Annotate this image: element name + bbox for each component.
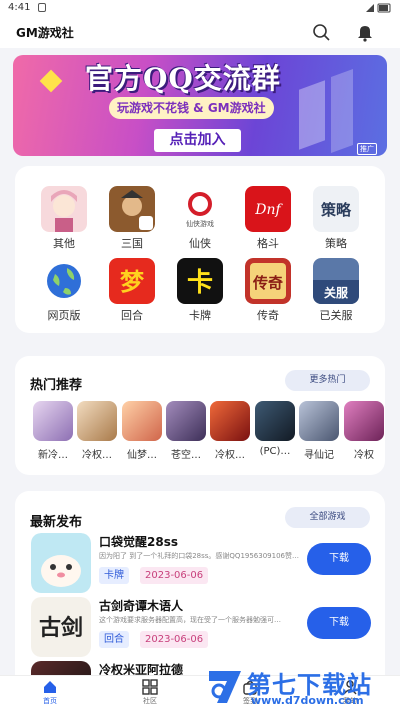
genre-tag: 卡牌 (99, 567, 129, 584)
svg-text:仙侠游戏: 仙侠游戏 (186, 219, 214, 228)
notification-icon (38, 3, 46, 12)
game-icon (344, 401, 384, 441)
game-icon (166, 401, 206, 441)
bell-icon[interactable] (354, 21, 376, 43)
category-celue[interactable]: 策略 策略 (306, 186, 366, 251)
svg-text:古剑: 古剑 (39, 615, 83, 641)
hot-game-item[interactable]: 寻仙记 (297, 401, 341, 461)
banner-carousel[interactable]: 官方QQ交流群 玩游戏不花钱 & GM游戏社 点击加入 推广 (13, 55, 387, 156)
svg-text:卡: 卡 (187, 268, 213, 298)
svg-text:传奇: 传奇 (252, 274, 283, 292)
category-kapai[interactable]: 卡 卡牌 (170, 258, 230, 323)
site-watermark: 第七下载站 www.d7down.com (203, 663, 397, 709)
game-icon (210, 401, 250, 441)
hot-game-item[interactable]: (PC)… (253, 401, 297, 457)
app-title: GM游戏社 (16, 26, 74, 40)
game-icon (31, 533, 91, 593)
svg-text:Dnf: Dnf (254, 202, 283, 218)
hot-game-item[interactable]: 仙梦… (120, 401, 164, 461)
category-gedou[interactable]: Dnf 格斗 (238, 186, 298, 251)
all-games-button[interactable]: 全部游戏 (285, 507, 370, 528)
signal-battery-icon (366, 3, 391, 13)
category-chuanqi[interactable]: 传奇 传奇 (238, 258, 298, 323)
ad-badge: 推广 (357, 143, 377, 155)
tab-community[interactable]: 社区 (130, 679, 170, 706)
site-logo-icon (209, 671, 241, 703)
globe-icon (41, 258, 87, 304)
game-row[interactable]: 口袋觉醒28ss 因为阳了 到了一个礼拜的口袋28ss。感谢QQ19563091… (31, 533, 371, 593)
card-logo-icon: 卡 (177, 258, 223, 304)
grid-icon (142, 679, 158, 695)
game-icon (122, 401, 162, 441)
building-decoration (299, 80, 325, 150)
download-button[interactable]: 下载 (307, 607, 371, 639)
closed-server-icon: 关服 (313, 258, 359, 304)
hot-game-item[interactable]: 新冷… (31, 401, 75, 461)
watermark-url: www.d7down.com (251, 694, 364, 707)
category-sanguo[interactable]: 三国 (102, 186, 162, 251)
latest-title: 最新发布 (30, 515, 83, 530)
game-icon (77, 401, 117, 441)
dream-logo-icon: 梦 (109, 258, 155, 304)
game-icon (299, 401, 339, 441)
banner-subtitle: 玩游戏不花钱 & GM游戏社 (109, 97, 274, 119)
building-decoration (331, 68, 353, 154)
fighting-logo-icon: Dnf (245, 186, 291, 232)
svg-text:梦: 梦 (120, 268, 145, 296)
release-date: 2023-06-06 (140, 631, 209, 648)
tab-home[interactable]: 首页 (30, 679, 70, 706)
warrior-icon (109, 186, 155, 232)
anime-girl-icon (41, 186, 87, 232)
xianxia-logo-icon: 仙侠游戏 (177, 186, 223, 232)
hot-title: 热门推荐 (30, 378, 83, 393)
category-other[interactable]: 其他 (34, 186, 94, 251)
category-xianxia[interactable]: 仙侠游戏 仙侠 (170, 186, 230, 251)
category-huihe[interactable]: 梦 回合 (102, 258, 162, 323)
app-bar: GM游戏社 (0, 16, 400, 48)
banner-heading: 官方QQ交流群 (85, 62, 281, 95)
release-date: 2023-06-06 (140, 567, 209, 584)
genre-tag: 回合 (99, 631, 129, 648)
legend-logo-icon: 传奇 (245, 258, 291, 304)
hot-game-item[interactable]: 苍空… (164, 401, 208, 461)
more-hot-button[interactable]: 更多热门 (285, 370, 370, 391)
hot-game-item[interactable]: 冷权… (75, 401, 119, 461)
category-web[interactable]: 网页版 (34, 258, 94, 323)
home-icon (44, 681, 56, 693)
search-icon[interactable] (310, 21, 332, 43)
status-time: 4:41 (8, 2, 31, 13)
hot-section: 热门推荐 更多热门 新冷… 冷权… 仙梦… 苍空… 冷权… (PC)… 寻仙记 … (15, 356, 385, 475)
category-grid: 其他 三国 仙侠游戏 仙侠 Dnf 格斗 策略 策略 网页版 梦 回合 卡 卡牌… (15, 166, 385, 333)
svg-text:关服: 关服 (324, 285, 349, 300)
hot-game-item[interactable]: 冷权… (208, 401, 252, 461)
hot-game-item[interactable]: 冷权 (342, 401, 386, 461)
game-row[interactable]: 古剑 古剑奇谭木语人 这个游戏要求服务器配置高，现在受了一个服务器勉强可… 回合… (31, 597, 371, 657)
category-closed[interactable]: 关服 已关服 (306, 258, 366, 323)
join-button[interactable]: 点击加入 (154, 129, 241, 152)
svg-text:策略: 策略 (320, 201, 352, 219)
game-icon: 古剑 (31, 597, 91, 657)
strategy-icon: 策略 (313, 186, 359, 232)
game-icon (255, 401, 295, 441)
game-icon (33, 401, 73, 441)
star-decoration (39, 69, 63, 93)
status-bar: 4:41 (0, 0, 400, 16)
latest-section: 最新发布 全部游戏 口袋觉醒28ss 因为阳了 到了一个礼拜的口袋28ss。感谢… (15, 491, 385, 691)
download-button[interactable]: 下载 (307, 543, 371, 575)
